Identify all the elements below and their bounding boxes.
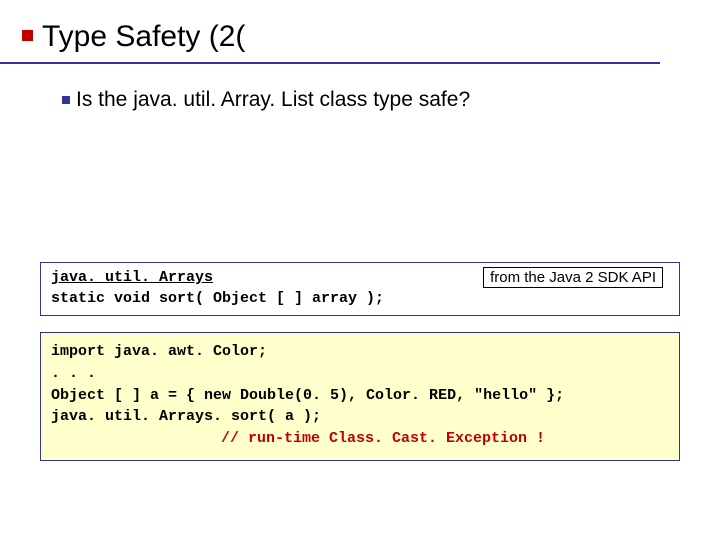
- code-line: . . .: [51, 363, 669, 385]
- api-reference-box: from the Java 2 SDK API java. util. Arra…: [40, 262, 680, 316]
- bullet-text: Is the java. util. Array. List class typ…: [76, 88, 470, 111]
- code-line: Object [ ] a = { new Double(0. 5), Color…: [51, 385, 669, 407]
- bullet-item: Is the java. util. Array. List class typ…: [62, 88, 470, 112]
- code-line: import java. awt. Color;: [51, 341, 669, 363]
- api-source-badge: from the Java 2 SDK API: [483, 267, 663, 288]
- slide-title: Type Safety (2(: [42, 20, 245, 54]
- code-comment: // run-time Class. Cast. Exception !: [221, 430, 545, 447]
- api-method-signature: static void sort( Object [ ] array );: [51, 290, 669, 307]
- slide: Type Safety (2( Is the java. util. Array…: [0, 0, 720, 540]
- title-underline: [0, 62, 660, 64]
- title-accent-square: [22, 30, 33, 41]
- code-example-box: import java. awt. Color; . . . Object [ …: [40, 332, 680, 461]
- code-comment-line: // run-time Class. Cast. Exception !: [51, 428, 669, 450]
- code-line: java. util. Arrays. sort( a );: [51, 406, 669, 428]
- bullet-icon: [62, 96, 70, 104]
